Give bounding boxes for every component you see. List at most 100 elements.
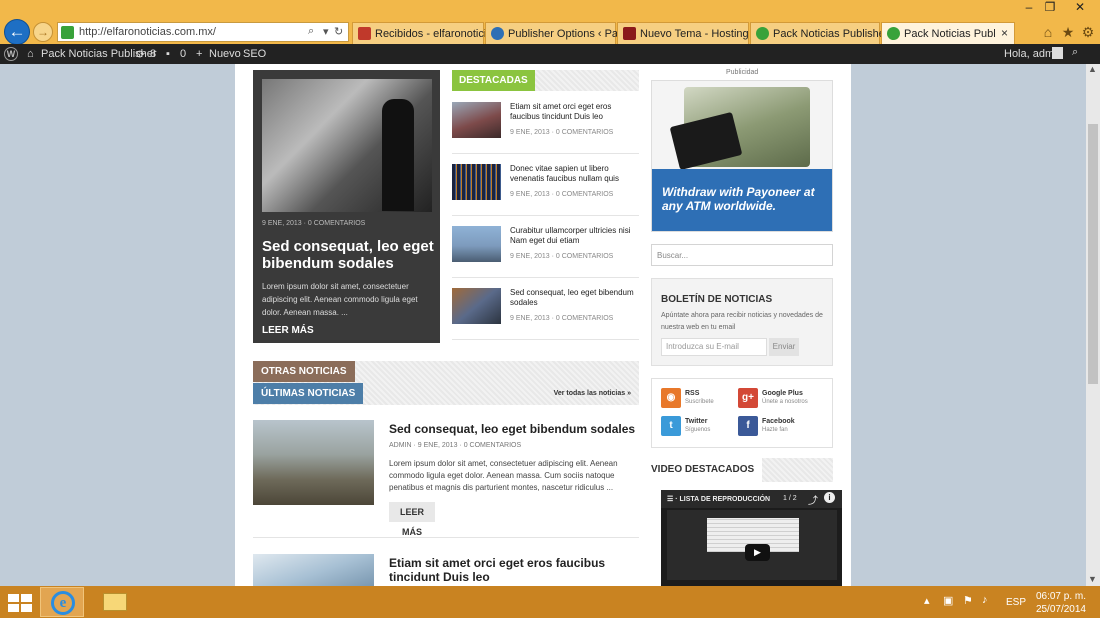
post-title[interactable]: Donec vitae sapien ut libero venenatis f…	[510, 164, 638, 184]
tab-gmail[interactable]: Recibidos - elfaronotici...	[352, 22, 485, 44]
start-button[interactable]	[8, 594, 32, 612]
page-content: 9 ENE, 2013 · 0 COMENTARIOS Sed consequa…	[235, 64, 851, 586]
social-sub: Síguenos	[685, 427, 711, 433]
close-tab-icon[interactable]: ×	[1001, 26, 1008, 40]
article-item: Sed consequat, leo eget bibendum sodales…	[253, 420, 639, 537]
scroll-thumb[interactable]	[1088, 124, 1098, 384]
search-input[interactable]: Buscar...	[651, 244, 833, 266]
tab-hosting[interactable]: Nuevo Tema - Hosting ...	[617, 22, 750, 44]
plus-icon: +	[196, 48, 203, 60]
clock[interactable]: 06:07 p. m. 25/07/2014	[1032, 590, 1086, 616]
address-url: http://elfaronoticias.com.mx/	[79, 26, 216, 38]
featured-title[interactable]: Sed consequat, leo eget bibendum sodales	[262, 238, 434, 272]
thumbnail[interactable]	[452, 226, 501, 262]
scroll-up-icon[interactable]: ▲	[1088, 64, 1097, 74]
ver-todas-link[interactable]: Ver todas las noticias »	[554, 390, 631, 397]
video-title: VIDEO DESTACADOS	[651, 458, 763, 482]
back-button[interactable]: ←	[4, 19, 30, 45]
tab-publisher-options[interactable]: Publisher Options ‹ Pac...	[485, 22, 618, 44]
forward-button[interactable]: →	[33, 22, 53, 42]
search-icon[interactable]: ⌕	[308, 25, 314, 38]
thumbnail[interactable]	[452, 102, 501, 138]
featured-meta: 9 ENE, 2013 · 0 COMENTARIOS	[262, 220, 366, 227]
article-title[interactable]: Etiam sit amet orci eget eros faucibus t…	[389, 556, 639, 584]
settings-gear-icon[interactable]: ⚙	[1080, 24, 1096, 40]
thumbnail[interactable]	[452, 164, 501, 200]
volume-icon[interactable]: ♪	[982, 594, 988, 606]
article-meta: ADMIN · 9 ENE, 2013 · 0 COMENTARIOS	[389, 442, 522, 449]
favorites-star-icon[interactable]: ★	[1060, 24, 1076, 40]
payoneer-ad-banner[interactable]: Withdraw with Payoneer at any ATM worldw…	[651, 80, 833, 232]
post-title[interactable]: Sed consequat, leo eget bibendum sodales	[510, 288, 638, 308]
hosting-icon	[623, 27, 636, 40]
network-icon[interactable]: ▣	[943, 594, 953, 607]
page-scrollbar[interactable]: ▲ ▼	[1086, 64, 1100, 586]
post-title[interactable]: Etiam sit amet orci eget eros faucibus t…	[510, 102, 638, 122]
playlist-label[interactable]: ☰ · LISTA DE REPRODUCCIÓN	[667, 495, 770, 503]
wordpress-logo-icon[interactable]: W	[4, 47, 18, 61]
social-sub: Hazte fan	[762, 427, 788, 433]
search-icon[interactable]: ⌕	[1072, 46, 1078, 59]
home-icon[interactable]: ⌂	[1040, 24, 1056, 40]
site-favicon-icon	[61, 26, 74, 39]
video-player[interactable]: ☰ · LISTA DE REPRODUCCIÓN 1 / 2 ⤴ i ▶	[661, 490, 842, 586]
thumbnail[interactable]	[452, 288, 501, 324]
tab-label: Recibidos - elfaronotici...	[375, 28, 485, 40]
refresh-icon[interactable]: ↻	[334, 25, 343, 38]
close-window-button[interactable]: ✕	[1068, 0, 1092, 14]
tray-arrow-icon[interactable]: ▴	[924, 594, 930, 607]
article-thumbnail[interactable]	[253, 554, 374, 586]
avatar[interactable]	[1052, 47, 1063, 59]
play-icon[interactable]: ▶	[745, 544, 770, 561]
facebook-link[interactable]: f Facebook Hazte fan	[738, 416, 818, 438]
list-item: Donec vitae sapien ut libero venenatis f…	[452, 154, 639, 216]
featured-image[interactable]	[262, 79, 432, 212]
article-item: Etiam sit amet orci eget eros faucibus t…	[253, 554, 639, 586]
comments-icon: ▪	[166, 48, 170, 60]
featured-post: 9 ENE, 2013 · 0 COMENTARIOS Sed consequa…	[253, 70, 440, 343]
send-button[interactable]: Enviar	[769, 338, 799, 356]
tab-pack-noticias-active[interactable]: Pack Noticias Publis... ×	[881, 22, 1015, 44]
info-icon[interactable]: i	[824, 492, 835, 503]
tab-label: Publisher Options ‹ Pac...	[508, 28, 618, 40]
address-bar[interactable]: http://elfaronoticias.com.mx/ ⌕ ▾ ↻	[57, 22, 349, 42]
article-thumbnail[interactable]	[253, 420, 374, 505]
divider	[253, 537, 639, 538]
advertising-label: Publicidad	[726, 69, 759, 76]
article-excerpt: Lorem ipsum dolor sit amet, consectetuer…	[389, 459, 618, 492]
read-more-link[interactable]: LEER MÁS	[262, 325, 314, 336]
read-more-button[interactable]: LEER MÁS	[389, 502, 435, 537]
email-field[interactable]: Introduzca su E-mail	[661, 338, 767, 356]
flag-icon[interactable]: ⚑	[963, 594, 973, 607]
taskbar-explorer[interactable]	[92, 587, 136, 617]
social-name: Google Plus	[762, 390, 803, 397]
dropdown-icon[interactable]: ▾	[323, 25, 329, 38]
share-icon[interactable]: ⤴	[808, 492, 818, 507]
article-title[interactable]: Sed consequat, leo eget bibendum sodales	[389, 422, 639, 436]
admin-new[interactable]: Nuevo	[209, 48, 241, 60]
post-meta: 9 ENE, 2013 · 0 COMENTARIOS	[510, 191, 614, 198]
tab-pack-noticias[interactable]: Pack Noticias Publisher |	[750, 22, 883, 44]
restore-button[interactable]: ❐	[1038, 0, 1062, 14]
scroll-down-icon[interactable]: ▼	[1088, 574, 1097, 584]
comments-count[interactable]: 0	[180, 48, 186, 60]
list-item: Curabitur ullamcorper ultricies nisi Nam…	[452, 216, 639, 278]
admin-seo[interactable]: SEO	[243, 48, 266, 60]
browser-toolbar: ← → http://elfaronoticias.com.mx/ ⌕ ▾ ↻ …	[0, 0, 1100, 45]
rss-icon: ◉	[661, 388, 681, 408]
post-title[interactable]: Curabitur ullamcorper ultricies nisi Nam…	[510, 226, 638, 246]
social-name: RSS	[685, 390, 700, 397]
newsletter-title: BOLETÍN DE NOTICIAS	[661, 294, 773, 305]
tab-label: Pack Noticias Publisher |	[773, 28, 883, 40]
taskbar-ie[interactable]: e	[40, 587, 84, 617]
updates-count[interactable]: 8	[150, 48, 156, 60]
gmail-icon	[358, 27, 371, 40]
language-indicator[interactable]: ESP	[1006, 597, 1026, 608]
google-plus-icon: g+	[738, 388, 758, 408]
google-plus-link[interactable]: g+ Google Plus Únete a nosotros	[738, 388, 818, 410]
rss-link[interactable]: ◉ RSS Suscríbete	[661, 388, 741, 410]
social-name: Facebook	[762, 418, 795, 425]
otras-noticias-header: OTRAS NOTICIAS ÚLTIMAS NOTICIAS Ver toda…	[253, 361, 639, 405]
post-meta: 9 ENE, 2013 · 0 COMENTARIOS	[510, 253, 614, 260]
twitter-link[interactable]: t Twitter Síguenos	[661, 416, 741, 438]
